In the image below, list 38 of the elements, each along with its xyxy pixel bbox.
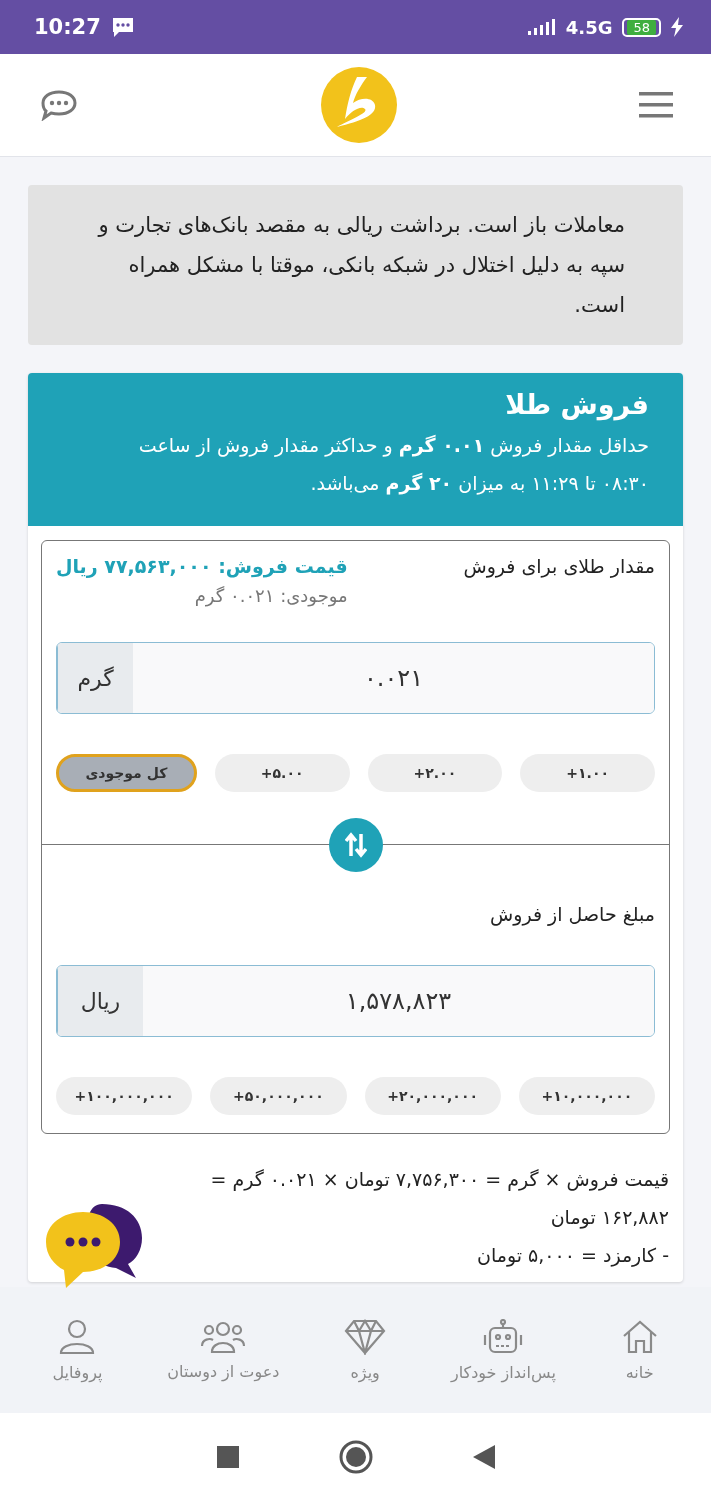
person-icon	[58, 1318, 97, 1355]
card-description: حداقل مقدار فروش ۰.۰۱ گرم و حداکثر مقدار فروش از ساعت ۰۸:۳۰ تا ۱۱:۲۹ به میزان ۲۰ گرم می‌باشد.	[137, 433, 649, 497]
quick-amount-button[interactable]: +۱۰۰,۰۰۰,۰۰۰	[56, 1077, 193, 1115]
field-label: مبلغ حاصل از فروش	[490, 903, 655, 925]
diamond-icon	[344, 1318, 387, 1355]
quick-amount-button[interactable]: کل موجودی	[56, 754, 197, 792]
balance-text: موجودی: ۰.۰۲۱ گرم	[193, 585, 348, 606]
network-type: 4.5G	[565, 16, 613, 38]
rial-amount-field[interactable]: ۱,۵۷۸,۸۲۳ ریال	[56, 965, 655, 1037]
status-time: 10:27	[34, 15, 101, 39]
signal-icon	[527, 17, 556, 37]
quick-amount-button[interactable]: +۱۰,۰۰۰,۰۰۰	[518, 1077, 655, 1115]
formula-line: قیمت فروش × گرم = ۷,۷۵۶,۳۰۰ تومان × ۰.۰۲۱ گرم = ۱۶۲,۸۸۲ تومان	[209, 1167, 669, 1231]
recents-icon[interactable]	[216, 1445, 239, 1468]
field-label: مقدار طلای برای فروش	[463, 555, 655, 577]
people-icon	[200, 1319, 247, 1354]
formula-line: - کارمزد = ۵,۰۰۰ تومان	[476, 1243, 669, 1269]
logo-icon	[320, 67, 397, 143]
battery-icon: 58	[622, 17, 661, 37]
quick-amount-button[interactable]: +۲.۰۰	[367, 754, 503, 792]
menu-icon[interactable]	[639, 91, 673, 119]
quick-amount-button[interactable]: +۵۰,۰۰۰,۰۰۰	[210, 1077, 347, 1115]
card-title: فروش طلا	[504, 389, 649, 420]
quick-amount-button[interactable]: +۱.۰۰	[520, 754, 655, 792]
unit-label: گرم	[57, 643, 133, 713]
home-button-icon[interactable]	[338, 1439, 373, 1474]
message-icon	[110, 16, 135, 38]
quick-amount-button[interactable]: +۲۰,۰۰۰,۰۰۰	[364, 1077, 501, 1115]
sell-price: قیمت فروش: ۷۷,۵۶۳,۰۰۰ ریال	[56, 555, 348, 577]
quick-amount-button[interactable]: +۵.۰۰	[214, 754, 350, 792]
weight-field[interactable]: ۰.۰۲۱ گرم	[56, 642, 655, 714]
chat-icon[interactable]	[40, 89, 78, 121]
unit-label: ریال	[57, 966, 143, 1036]
notice-text: معاملات باز است. برداشت ریالی به مقصد بانک‌های تجارت و سپه به دلیل اختلال در شبکه بانکی، موقتا با مشکل همراه است.	[28, 185, 683, 345]
charging-icon	[671, 17, 683, 37]
swap-button[interactable]	[328, 818, 383, 872]
swap-arrows-icon	[344, 832, 367, 858]
back-icon[interactable]	[472, 1444, 495, 1469]
